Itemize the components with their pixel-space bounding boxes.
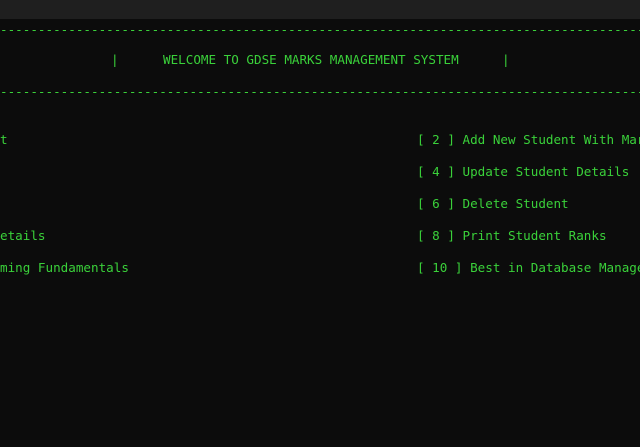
menu-option-4: [ 4 ] Update Student Details xyxy=(417,165,630,179)
menu-option-2: [ 2 ] Add New Student With Marks xyxy=(417,133,640,147)
top-border-line: ----------------------------------------… xyxy=(0,23,640,37)
terminal-output[interactable]: ----------------------------------------… xyxy=(0,19,640,447)
menu-left-item xyxy=(0,165,400,179)
menu-option-8: [ 8 ] Print Student Ranks xyxy=(417,229,607,243)
header-left-bar: | xyxy=(111,52,119,67)
header-title: WELCOME TO GDSE MARKS MANAGEMENT SYSTEM xyxy=(163,52,459,67)
menu-left-item: etails xyxy=(0,229,46,243)
header-right-bar: | xyxy=(502,52,510,67)
menu-left-item: t xyxy=(0,133,8,147)
window-titlebar[interactable] xyxy=(0,0,640,19)
terminal-window: ----------------------------------------… xyxy=(0,0,640,447)
menu-option-10: [ 10 ] Best in Database Management Syste… xyxy=(417,261,640,275)
menu-left-item: ming Fundamentals xyxy=(0,261,129,275)
menu-option-6: [ 6 ] Delete Student xyxy=(417,197,569,211)
bottom-border-line: ----------------------------------------… xyxy=(0,85,640,99)
menu-left-item xyxy=(0,197,400,211)
